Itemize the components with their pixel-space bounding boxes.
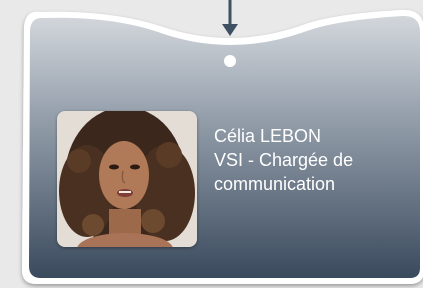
person-name: Célia LEBON	[214, 126, 322, 146]
person-role-line-1: VSI - Chargée de	[214, 150, 354, 170]
person-details: Célia LEBON VSI - Chargée de communicati…	[214, 124, 414, 196]
person-role-line-2: communication	[214, 174, 336, 194]
avatar	[57, 111, 197, 247]
org-chart-card-view: Célia LEBON VSI - Chargée de communicati…	[0, 0, 423, 288]
